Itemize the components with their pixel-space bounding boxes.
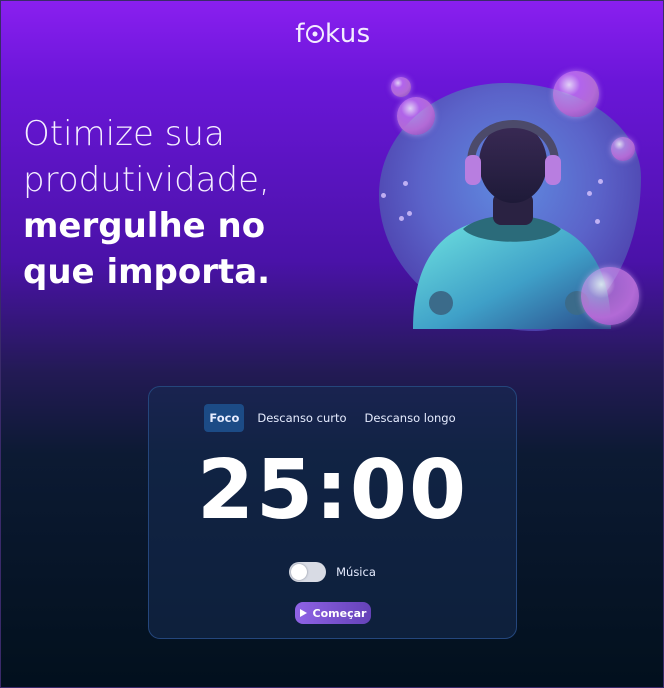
music-toggle[interactable] bbox=[289, 562, 327, 582]
music-label: Música bbox=[336, 565, 376, 579]
bubble-dot bbox=[598, 179, 603, 184]
timer-mode-tabs: Foco Descanso curto Descanso longo bbox=[149, 404, 516, 432]
bubble-decoration bbox=[391, 77, 411, 97]
headline-line-2: produtividade, bbox=[23, 160, 270, 200]
start-button-label: Começar bbox=[312, 606, 367, 620]
bubble-dot bbox=[399, 216, 404, 221]
toggle-knob bbox=[291, 564, 308, 580]
bubble-dot bbox=[595, 219, 600, 224]
timer-display: 25:00 bbox=[196, 443, 468, 538]
tab-descanso-curto[interactable]: Descanso curto bbox=[252, 404, 351, 432]
bubble-decoration bbox=[611, 137, 635, 161]
hero-illustration bbox=[373, 71, 653, 341]
headline-line-4: que importa. bbox=[23, 252, 271, 292]
bubble-dot bbox=[381, 193, 386, 198]
bubble-dot bbox=[407, 211, 412, 216]
logo-prefix: f bbox=[295, 19, 305, 49]
bubble-decoration bbox=[553, 71, 599, 117]
play-icon bbox=[299, 609, 307, 617]
start-button[interactable]: Começar bbox=[295, 602, 371, 624]
headline-line-1: Otimize sua bbox=[23, 114, 225, 154]
bubble-decoration bbox=[581, 267, 639, 325]
bubble-decoration bbox=[397, 97, 435, 135]
hero-headline: Otimize sua produtividade, mergulhe no q… bbox=[23, 111, 343, 295]
timer-card: Foco Descanso curto Descanso longo 25:00… bbox=[148, 386, 517, 639]
tab-descanso-longo[interactable]: Descanso longo bbox=[360, 404, 461, 432]
target-circle-icon bbox=[305, 25, 324, 43]
tab-foco[interactable]: Foco bbox=[204, 404, 245, 432]
music-control: Música bbox=[149, 562, 516, 582]
bubble-dot bbox=[403, 181, 408, 186]
headline-line-3: mergulhe no bbox=[23, 206, 266, 246]
logo-suffix: kus bbox=[324, 19, 371, 49]
bubble-dot bbox=[587, 191, 592, 196]
fokus-logo: f kus bbox=[1, 19, 664, 49]
